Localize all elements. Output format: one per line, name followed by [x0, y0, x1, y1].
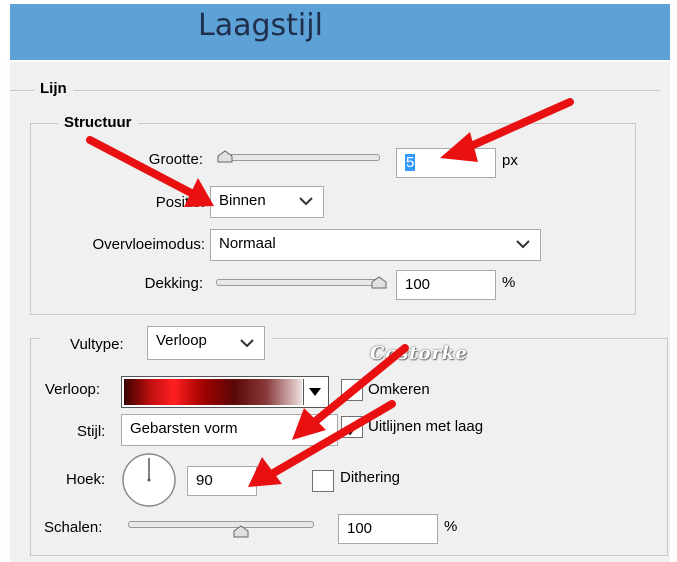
chevron-down-icon [240, 339, 254, 348]
style-value: Gebarsten vorm [130, 420, 238, 437]
window-title: Laagstijl [198, 8, 323, 43]
structure-title: Structuur [58, 114, 138, 131]
size-slider[interactable] [218, 154, 380, 161]
position-label: Positie: [155, 194, 205, 211]
scale-value: 100 [347, 520, 373, 537]
fill-type-label: Vultype: [70, 336, 124, 353]
fill-type-select[interactable]: Verloop [147, 326, 265, 360]
angle-value: 90 [196, 472, 213, 489]
align-label: Uitlijnen met laag [368, 418, 484, 435]
dither-checkbox[interactable] [312, 470, 334, 492]
reverse-label: Omkeren [368, 381, 430, 398]
opacity-slider[interactable] [216, 279, 382, 286]
size-input[interactable]: 5 [396, 148, 496, 178]
style-select[interactable]: Gebarsten vorm [121, 414, 338, 446]
scale-slider-thumb[interactable] [232, 525, 250, 539]
size-slider-thumb[interactable] [216, 150, 234, 164]
size-label: Grootte: [148, 151, 203, 168]
align-checkbox[interactable] [341, 416, 363, 438]
size-value: 5 [405, 154, 416, 171]
chevron-down-icon [299, 197, 313, 206]
opacity-slider-thumb[interactable] [370, 276, 388, 290]
scale-label: Schalen: [44, 519, 103, 536]
opacity-label: Dekking: [144, 275, 203, 292]
section-title: Lijn [34, 80, 73, 97]
gradient-dropdown[interactable] [303, 379, 326, 405]
title-bar: Laagstijl [0, 0, 677, 62]
title-bar-background [10, 4, 670, 60]
scale-unit: % [444, 518, 458, 535]
size-unit: px [502, 152, 518, 169]
gradient-swatch [124, 379, 302, 405]
position-value: Binnen [219, 192, 266, 209]
reverse-checkbox[interactable] [341, 379, 363, 401]
blend-mode-select[interactable]: Normaal [210, 229, 541, 261]
scale-slider[interactable] [128, 521, 314, 528]
angle-input[interactable]: 90 [187, 466, 257, 496]
left-edge [0, 62, 10, 562]
gradient-label: Verloop: [45, 381, 101, 398]
gradient-picker[interactable] [121, 376, 329, 408]
opacity-input[interactable]: 100 [396, 270, 496, 300]
dither-label: Dithering [340, 469, 401, 486]
watermark: Castorke [370, 343, 468, 364]
blend-value: Normaal [219, 235, 276, 252]
angle-label: Hoek: [66, 471, 106, 488]
opacity-unit: % [502, 274, 516, 291]
checkmark-icon [343, 419, 362, 436]
chevron-down-icon [516, 240, 530, 249]
fill-type-value: Verloop [156, 332, 207, 349]
angle-dial[interactable] [121, 452, 177, 508]
position-select[interactable]: Binnen [210, 186, 324, 218]
opacity-value: 100 [405, 276, 431, 293]
triangle-down-icon [309, 388, 321, 396]
blend-label: Overvloeimodus: [92, 236, 205, 253]
scale-input[interactable]: 100 [338, 514, 438, 544]
section-divider [10, 90, 660, 91]
style-label: Stijl: [77, 423, 106, 440]
